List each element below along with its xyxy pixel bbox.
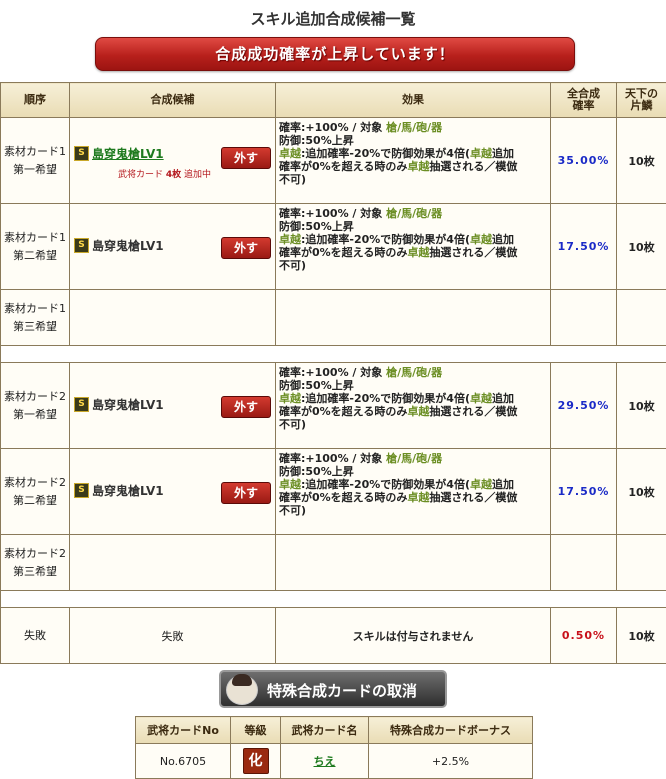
count-cell: 10枚 bbox=[617, 118, 666, 204]
remove-button[interactable]: 外す bbox=[221, 147, 271, 169]
fail-rate-cell: 0.50% bbox=[551, 608, 617, 664]
count-cell bbox=[617, 535, 666, 591]
count-cell: 10枚 bbox=[617, 363, 666, 449]
order-cell: 素材カード2第一希望 bbox=[1, 363, 70, 449]
header-rank: 等級 bbox=[231, 717, 281, 744]
remove-button[interactable]: 外す bbox=[221, 482, 271, 504]
fail-row: 失敗 失敗 スキルは付与されません 0.50% 10枚 bbox=[1, 608, 666, 664]
rate-cell bbox=[551, 290, 617, 346]
remove-button[interactable]: 外す bbox=[221, 396, 271, 418]
rank-cell: 化 bbox=[231, 744, 281, 779]
order-cell: 素材カード1第二希望 bbox=[1, 204, 70, 290]
rate-cell: 29.50% bbox=[551, 363, 617, 449]
candidate-cell bbox=[70, 535, 276, 591]
special-card-table: 武将カードNo 等級 武将カード名 特殊合成カードボーナス No.6705 化 … bbox=[135, 716, 533, 779]
header-card-no: 武将カードNo bbox=[136, 717, 231, 744]
candidate-cell: S島穿鬼槍LV1 外す bbox=[70, 204, 276, 290]
fail-effect-cell: スキルは付与されません bbox=[276, 608, 551, 664]
table-row: 素材カード1第一希望 S島穿鬼槍LV1 外す 武将カード 4枚 追加中 確率:+… bbox=[1, 118, 666, 204]
card-no: No.6705 bbox=[136, 744, 231, 779]
count-cell: 10枚 bbox=[617, 449, 666, 535]
cancel-special-card-label: 特殊合成カードの取消 bbox=[267, 672, 417, 710]
candidate-cell: S島穿鬼槍LV1 外す bbox=[70, 363, 276, 449]
fail-candidate-cell: 失敗 bbox=[70, 608, 276, 664]
rate-cell: 17.50% bbox=[551, 449, 617, 535]
effect-cell bbox=[276, 290, 551, 346]
rate-cell bbox=[551, 535, 617, 591]
table-row: 素材カード2第二希望 S島穿鬼槍LV1 外す 確率:+100% / 対象 槍/馬… bbox=[1, 449, 666, 535]
order-cell: 素材カード2第三希望 bbox=[1, 535, 70, 591]
header-count: 天下の片鱗 bbox=[617, 83, 666, 118]
added-cards-note: 武将カード 4枚 追加中 bbox=[118, 167, 211, 180]
rate-cell: 35.00% bbox=[551, 118, 617, 204]
cancel-special-card-button[interactable]: 特殊合成カードの取消 bbox=[219, 670, 447, 708]
table-row: 素材カード1第二希望 S島穿鬼槍LV1 外す 確率:+100% / 対象 槍/馬… bbox=[1, 204, 666, 290]
skill-rank-icon: S bbox=[74, 397, 89, 412]
card-name-cell: ちえ bbox=[281, 744, 369, 779]
character-portrait-icon bbox=[226, 675, 258, 705]
candidate-cell bbox=[70, 290, 276, 346]
special-table-header-row: 武将カードNo 等級 武将カード名 特殊合成カードボーナス bbox=[136, 717, 533, 744]
effect-cell bbox=[276, 535, 551, 591]
effect-cell: 確率:+100% / 対象 槍/馬/砲/器 防御:50%上昇 卓越:追加確率-2… bbox=[276, 449, 551, 535]
page-title: スキル追加合成候補一覧 bbox=[0, 8, 666, 29]
header-bonus: 特殊合成カードボーナス bbox=[369, 717, 533, 744]
skill-rank-icon: S bbox=[74, 146, 89, 161]
skill-name: 島穿鬼槍LV1 bbox=[92, 398, 164, 412]
skill-name: 島穿鬼槍LV1 bbox=[92, 484, 164, 498]
header-rate: 全合成確率 bbox=[551, 83, 617, 118]
order-cell: 素材カード1第一希望 bbox=[1, 118, 70, 204]
header-order: 順序 bbox=[1, 83, 70, 118]
effect-cell: 確率:+100% / 対象 槍/馬/砲/器 防御:50%上昇 卓越:追加確率-2… bbox=[276, 118, 551, 204]
special-table-row: No.6705 化 ちえ +2.5% bbox=[136, 744, 533, 779]
count-cell bbox=[617, 290, 666, 346]
skill-rank-icon: S bbox=[74, 238, 89, 253]
header-effect: 効果 bbox=[276, 83, 551, 118]
effect-cell: 確率:+100% / 対象 槍/馬/砲/器 防御:50%上昇 卓越:追加確率-2… bbox=[276, 363, 551, 449]
section-gap bbox=[1, 591, 666, 608]
candidate-cell: S島穿鬼槍LV1 外す 武将カード 4枚 追加中 bbox=[70, 118, 276, 204]
table-row: 素材カード2第一希望 S島穿鬼槍LV1 外す 確率:+100% / 対象 槍/馬… bbox=[1, 363, 666, 449]
section-gap bbox=[1, 346, 666, 363]
order-cell: 素材カード1第三希望 bbox=[1, 290, 70, 346]
fail-count-cell: 10枚 bbox=[617, 608, 666, 664]
effect-cell: 確率:+100% / 対象 槍/馬/砲/器 防御:50%上昇 卓越:追加確率-2… bbox=[276, 204, 551, 290]
count-cell: 10枚 bbox=[617, 204, 666, 290]
fail-order-cell: 失敗 bbox=[1, 608, 70, 664]
header-candidate: 合成候補 bbox=[70, 83, 276, 118]
remove-button[interactable]: 外す bbox=[221, 237, 271, 259]
table-row: 素材カード1第三希望 bbox=[1, 290, 666, 346]
rate-cell: 17.50% bbox=[551, 204, 617, 290]
header-card-name: 武将カード名 bbox=[281, 717, 369, 744]
order-cell: 素材カード2第二希望 bbox=[1, 449, 70, 535]
candidate-table: 順序 合成候補 効果 全合成確率 天下の片鱗 素材カード1第一希望 S島穿鬼槍L… bbox=[0, 82, 666, 664]
bonus-cell: +2.5% bbox=[369, 744, 533, 779]
table-header-row: 順序 合成候補 効果 全合成確率 天下の片鱗 bbox=[1, 83, 666, 118]
skill-name-link[interactable]: 島穿鬼槍LV1 bbox=[92, 147, 164, 161]
card-name-link[interactable]: ちえ bbox=[314, 755, 336, 768]
skill-name: 島穿鬼槍LV1 bbox=[92, 239, 164, 253]
candidate-cell: S島穿鬼槍LV1 外す bbox=[70, 449, 276, 535]
rank-badge-icon: 化 bbox=[243, 748, 269, 774]
table-row: 素材カード2第三希望 bbox=[1, 535, 666, 591]
success-rate-banner: 合成成功確率が上昇しています！ bbox=[95, 37, 575, 71]
skill-rank-icon: S bbox=[74, 483, 89, 498]
